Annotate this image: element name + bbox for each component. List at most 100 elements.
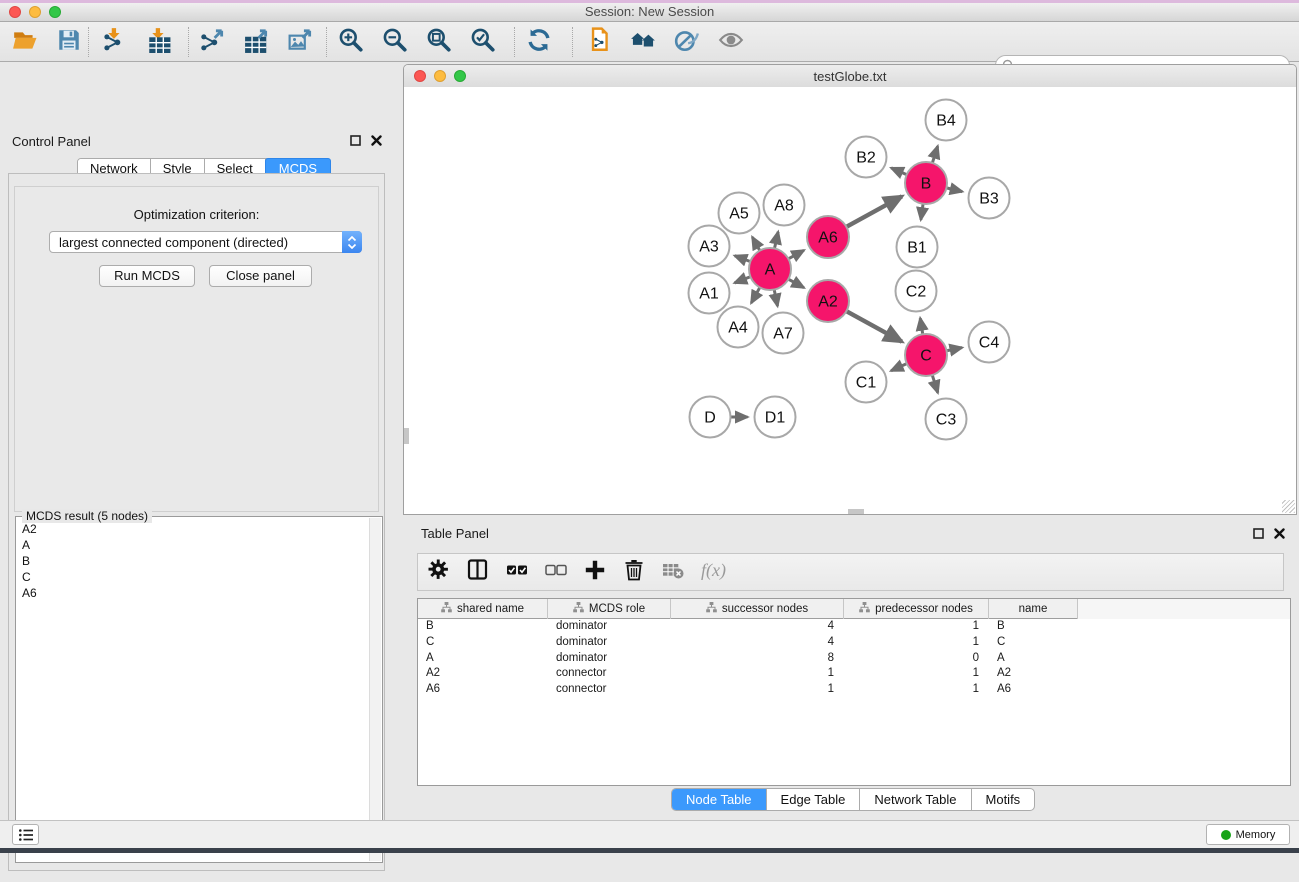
table-row[interactable]: Cdominator41C — [418, 635, 1290, 651]
cell-predecessor-nodes[interactable]: 1 — [844, 682, 989, 698]
criterion-dropdown[interactable]: largest connected component (directed) — [49, 231, 362, 253]
cell-shared-name[interactable]: C — [418, 635, 548, 651]
node-C2[interactable]: C2 — [896, 271, 937, 312]
result-item[interactable]: C — [18, 569, 369, 585]
zoom-out-button[interactable] — [380, 27, 410, 57]
node-A[interactable]: A — [749, 248, 791, 290]
add-column-button[interactable] — [582, 559, 608, 585]
select-all-checkboxes-button[interactable] — [504, 559, 530, 585]
cell-name[interactable]: B — [989, 619, 1078, 635]
import-table-button[interactable] — [144, 27, 174, 57]
zoom-selected-button[interactable] — [468, 27, 498, 57]
table-row[interactable]: A2connector11A2 — [418, 666, 1290, 682]
home-button[interactable] — [628, 27, 658, 57]
edge-A-A2[interactable] — [788, 279, 804, 288]
cell-name[interactable]: A6 — [989, 682, 1078, 698]
tab-motifs[interactable]: Motifs — [972, 789, 1035, 810]
tab-network-table[interactable]: Network Table — [860, 789, 971, 810]
cell-predecessor-nodes[interactable]: 0 — [844, 651, 989, 667]
cell-MCDS-role[interactable]: connector — [548, 682, 671, 698]
cell-shared-name[interactable]: A6 — [418, 682, 548, 698]
cell-predecessor-nodes[interactable]: 1 — [844, 666, 989, 682]
resize-grip[interactable] — [1282, 500, 1295, 513]
tab-edge-table[interactable]: Edge Table — [767, 789, 861, 810]
edge-A-A4[interactable] — [751, 287, 760, 303]
edge-B-B2[interactable] — [891, 168, 907, 175]
node-C1[interactable]: C1 — [846, 362, 887, 403]
edge-B-B3[interactable] — [946, 188, 962, 192]
edge-A6-B[interactable] — [846, 196, 902, 227]
cell-MCDS-role[interactable]: dominator — [548, 619, 671, 635]
cell-shared-name[interactable]: B — [418, 619, 548, 635]
edge-A2-C[interactable] — [846, 311, 902, 342]
close-table-panel-icon[interactable] — [1274, 528, 1285, 539]
task-history-button[interactable] — [12, 824, 39, 845]
node-C[interactable]: C — [905, 334, 947, 376]
memory-button[interactable]: Memory — [1206, 824, 1290, 845]
cell-successor-nodes[interactable]: 4 — [671, 635, 844, 651]
edge-A-A8[interactable] — [774, 232, 778, 249]
table-row[interactable]: A6connector11A6 — [418, 682, 1290, 698]
cell-name[interactable]: A2 — [989, 666, 1078, 682]
result-item[interactable]: A6 — [18, 585, 369, 601]
node-B3[interactable]: B3 — [969, 178, 1010, 219]
node-A3[interactable]: A3 — [689, 226, 730, 267]
edge-B-B4[interactable] — [932, 146, 937, 163]
close-panel-icon[interactable] — [371, 135, 382, 146]
edge-A-A6[interactable] — [788, 250, 804, 259]
network-canvas[interactable]: B4 B2 B3 B1 A5 A8 A3 A1 A4 A7 C2 C4 C1 — [404, 87, 1296, 514]
delete-columns-button[interactable] — [621, 559, 647, 585]
cell-successor-nodes[interactable]: 4 — [671, 619, 844, 635]
node-C4[interactable]: C4 — [969, 322, 1010, 363]
column-header-MCDS-role[interactable]: MCDS role — [548, 599, 671, 619]
cell-successor-nodes[interactable]: 1 — [671, 666, 844, 682]
edge-A-A1[interactable] — [735, 277, 751, 283]
vertical-scroll-nub[interactable] — [404, 428, 409, 444]
node-B[interactable]: B — [905, 162, 947, 204]
cell-MCDS-role[interactable]: dominator — [548, 635, 671, 651]
node-D[interactable]: D — [690, 397, 731, 438]
table-row[interactable]: Adominator80A — [418, 651, 1290, 667]
cell-MCDS-role[interactable]: connector — [548, 666, 671, 682]
node-A4[interactable]: A4 — [718, 307, 759, 348]
node-B4[interactable]: B4 — [926, 100, 967, 141]
close-panel-button[interactable]: Close panel — [209, 265, 312, 287]
node-A8[interactable]: A8 — [764, 185, 805, 226]
result-item[interactable]: A — [18, 537, 369, 553]
result-item[interactable]: A2 — [18, 521, 369, 537]
open-session-button[interactable] — [10, 27, 40, 57]
deselect-all-checkboxes-button[interactable] — [543, 559, 569, 585]
cell-successor-nodes[interactable]: 1 — [671, 682, 844, 698]
float-panel-icon[interactable] — [350, 135, 361, 146]
column-header-name[interactable]: name — [989, 599, 1078, 619]
cell-predecessor-nodes[interactable]: 1 — [844, 635, 989, 651]
zoom-fit-button[interactable] — [424, 27, 454, 57]
edge-B-B1[interactable] — [921, 203, 923, 219]
cell-name[interactable]: C — [989, 635, 1078, 651]
network-graph[interactable]: B4 B2 B3 B1 A5 A8 A3 A1 A4 A7 C2 C4 C1 — [404, 87, 1296, 514]
column-header-predecessor-nodes[interactable]: predecessor nodes — [844, 599, 989, 619]
result-item[interactable]: B — [18, 553, 369, 569]
node-A5[interactable]: A5 — [719, 193, 760, 234]
cell-MCDS-role[interactable]: dominator — [548, 651, 671, 667]
dropdown-stepper-icon[interactable] — [342, 231, 362, 253]
import-network-button[interactable] — [100, 27, 130, 57]
edge-C-C2[interactable] — [920, 318, 923, 335]
horizontal-scroll-nub[interactable] — [848, 509, 864, 514]
node-A7[interactable]: A7 — [763, 313, 804, 354]
new-network-from-file-button[interactable] — [584, 27, 614, 57]
show-columns-button[interactable] — [465, 559, 491, 585]
cell-shared-name[interactable]: A — [418, 651, 548, 667]
show-hide-panel-button[interactable] — [716, 27, 746, 57]
settings-gear-button[interactable] — [426, 559, 452, 585]
edge-C-C3[interactable] — [932, 375, 938, 393]
node-C3[interactable]: C3 — [926, 399, 967, 440]
cell-predecessor-nodes[interactable]: 1 — [844, 619, 989, 635]
node-A1[interactable]: A1 — [689, 273, 730, 314]
apply-style-button[interactable] — [672, 27, 702, 57]
column-header-successor-nodes[interactable]: successor nodes — [671, 599, 844, 619]
refresh-button[interactable] — [524, 27, 554, 57]
export-image-button[interactable] — [286, 27, 316, 57]
edge-A-A3[interactable] — [735, 256, 751, 262]
float-table-panel-icon[interactable] — [1253, 528, 1264, 539]
